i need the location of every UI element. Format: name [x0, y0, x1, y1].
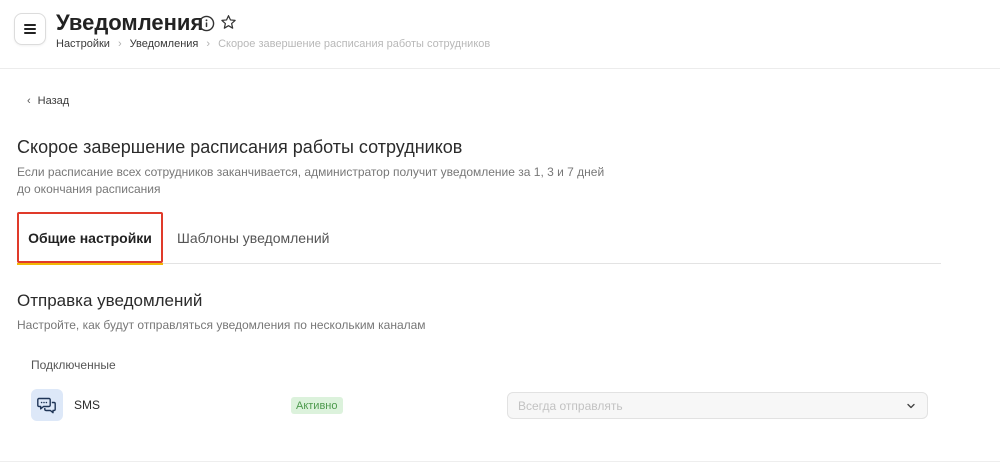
tab-label: Шаблоны уведомлений — [177, 229, 330, 246]
tab-general-settings[interactable]: Общие настройки — [17, 212, 163, 263]
sending-title: Отправка уведомлений — [17, 291, 203, 310]
menu-button[interactable] — [14, 13, 46, 45]
channel-name-sms: SMS — [74, 398, 101, 412]
sending-description: Настройте, как будут отправляться уведом… — [17, 318, 426, 332]
breadcrumb-item-settings[interactable]: Настройки — [56, 38, 110, 50]
hamburger-icon — [24, 24, 36, 34]
breadcrumb-item-current: Скорое завершение расписания работы сотр… — [218, 38, 491, 50]
chat-bubbles-icon — [37, 397, 56, 414]
tab-bar: Общие настройки Шаблоны уведомлений — [17, 212, 941, 265]
chevron-down-icon — [907, 403, 915, 408]
active-tab-indicator — [17, 263, 163, 265]
select-value: Всегда отправлять — [518, 398, 623, 413]
breadcrumb: Настройки › Уведомления › Скорое заверше… — [56, 38, 490, 50]
section-title: Скорое завершение расписания работы сотр… — [17, 137, 463, 157]
send-mode-select[interactable]: Всегда отправлять — [507, 392, 928, 419]
tab-notification-templates[interactable]: Шаблоны уведомлений — [177, 212, 329, 263]
section-description: Если расписание всех сотрудников заканчи… — [17, 165, 605, 196]
page-title: Уведомления — [56, 10, 204, 35]
star-icon[interactable] — [220, 14, 237, 31]
tab-label: Общие настройки — [28, 229, 152, 246]
chevron-left-icon: ‹ — [27, 95, 31, 107]
breadcrumb-item-notifications[interactable]: Уведомления — [130, 38, 199, 50]
back-link-label: Назад — [37, 95, 70, 107]
divider — [0, 461, 1000, 462]
info-icon[interactable] — [198, 15, 215, 32]
connected-label: Подключенные — [31, 358, 116, 372]
status-badge: Активно — [291, 397, 343, 414]
back-link[interactable]: ‹ Назад — [27, 95, 69, 107]
breadcrumb-chevron-icon: › — [117, 38, 122, 50]
page-header: Уведомления Настройки › Уведомления › Ск… — [0, 0, 1000, 69]
channel-icon-box — [31, 389, 63, 421]
breadcrumb-chevron-icon: › — [206, 38, 211, 50]
